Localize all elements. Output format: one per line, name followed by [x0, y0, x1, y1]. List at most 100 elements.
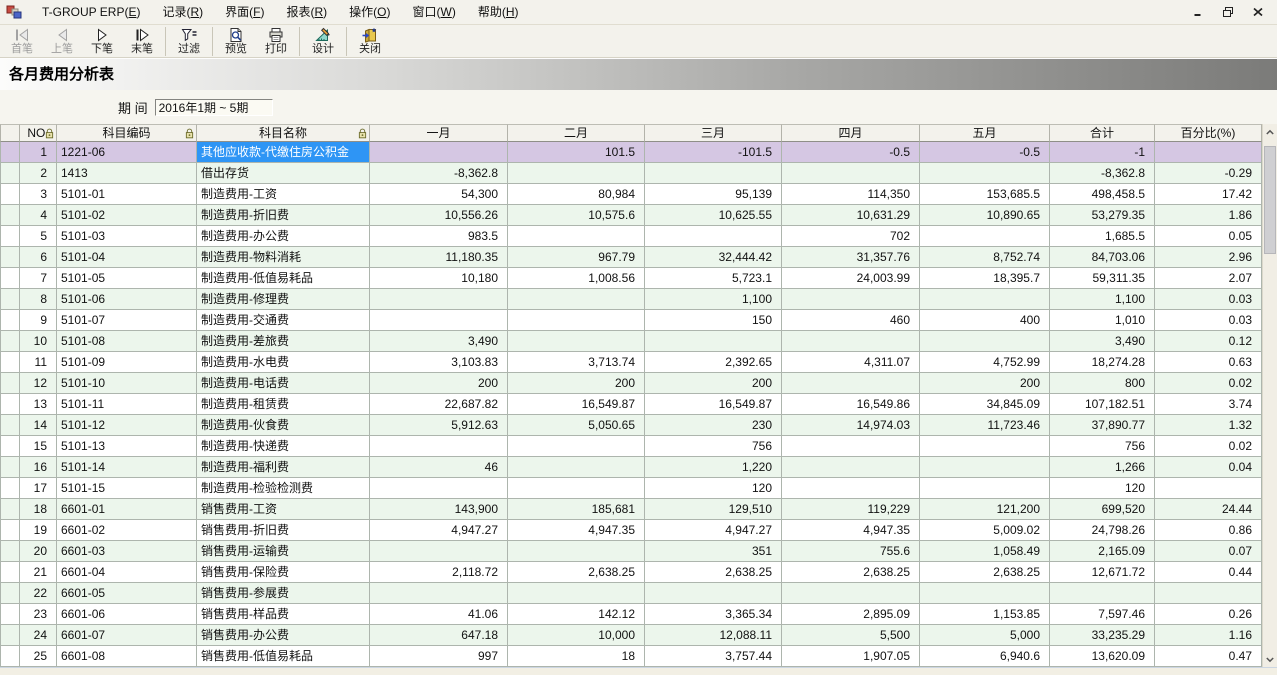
- cell-no[interactable]: 16: [20, 457, 57, 478]
- filter-button[interactable]: 过滤: [169, 26, 209, 56]
- column-header[interactable]: 二月: [508, 124, 645, 142]
- menu-item[interactable]: 窗口(W): [402, 0, 467, 24]
- cell-code[interactable]: 5101-12: [57, 415, 197, 436]
- cell-value[interactable]: 119,229: [782, 499, 920, 520]
- cell-code[interactable]: 6601-03: [57, 541, 197, 562]
- row-indicator[interactable]: [0, 646, 20, 667]
- cell-name[interactable]: 销售费用-运输费: [197, 541, 370, 562]
- cell-value[interactable]: 14,974.03: [782, 415, 920, 436]
- cell-value[interactable]: 10,625.55: [645, 205, 782, 226]
- row-indicator[interactable]: [0, 226, 20, 247]
- cell-value[interactable]: 1,153.85: [920, 604, 1050, 625]
- cell-value[interactable]: 4,947.27: [645, 520, 782, 541]
- row-indicator[interactable]: [0, 394, 20, 415]
- cell-value[interactable]: 1,010: [1050, 310, 1155, 331]
- column-header[interactable]: 科目名称: [197, 124, 370, 142]
- table-row[interactable]: 155101-13制造费用-快递费7567560.02: [0, 436, 1262, 457]
- menu-item[interactable]: T-GROUP ERP(E): [31, 0, 151, 24]
- first-record-button[interactable]: 首笔: [2, 26, 42, 56]
- cell-name[interactable]: 其他应收款-代缴住房公积金: [197, 142, 370, 163]
- cell-value[interactable]: 2,118.72: [370, 562, 508, 583]
- column-header[interactable]: 合计: [1050, 124, 1155, 142]
- cell-no[interactable]: 10: [20, 331, 57, 352]
- cell-name[interactable]: 制造费用-工资: [197, 184, 370, 205]
- cell-code[interactable]: 6601-08: [57, 646, 197, 667]
- cell-value[interactable]: 24,003.99: [782, 268, 920, 289]
- cell-value[interactable]: 3,365.34: [645, 604, 782, 625]
- cell-value[interactable]: 702: [782, 226, 920, 247]
- table-row[interactable]: 65101-04制造费用-物料消耗11,180.35967.7932,444.4…: [0, 247, 1262, 268]
- cell-value[interactable]: 46: [370, 457, 508, 478]
- cell-value[interactable]: 5,500: [782, 625, 920, 646]
- cell-value[interactable]: 10,180: [370, 268, 508, 289]
- cell-name[interactable]: 制造费用-福利费: [197, 457, 370, 478]
- cell-name[interactable]: 制造费用-快递费: [197, 436, 370, 457]
- menu-item[interactable]: 帮助(H): [467, 0, 530, 24]
- cell-value[interactable]: [1155, 142, 1262, 163]
- cell-name[interactable]: 销售费用-保险费: [197, 562, 370, 583]
- cell-value[interactable]: 10,631.29: [782, 205, 920, 226]
- cell-code[interactable]: 6601-06: [57, 604, 197, 625]
- cell-value[interactable]: [782, 289, 920, 310]
- cell-value[interactable]: -0.29: [1155, 163, 1262, 184]
- cell-value[interactable]: 34,845.09: [920, 394, 1050, 415]
- cell-value[interactable]: 2,638.25: [782, 562, 920, 583]
- cell-value[interactable]: 1.32: [1155, 415, 1262, 436]
- cell-value[interactable]: 10,556.26: [370, 205, 508, 226]
- cell-code[interactable]: 5101-07: [57, 310, 197, 331]
- cell-code[interactable]: 5101-04: [57, 247, 197, 268]
- cell-code[interactable]: 5101-02: [57, 205, 197, 226]
- cell-value[interactable]: [782, 457, 920, 478]
- cell-value[interactable]: 1,100: [645, 289, 782, 310]
- table-row[interactable]: 145101-12制造费用-伙食费5,912.635,050.6523014,9…: [0, 415, 1262, 436]
- cell-value[interactable]: 12,671.72: [1050, 562, 1155, 583]
- table-row[interactable]: 45101-02制造费用-折旧费10,556.2610,575.610,625.…: [0, 205, 1262, 226]
- table-row[interactable]: 11221-06其他应收款-代缴住房公积金101.5-101.5-0.5-0.5…: [0, 142, 1262, 163]
- table-row[interactable]: 175101-15制造费用-检验检测费120120: [0, 478, 1262, 499]
- cell-code[interactable]: 5101-01: [57, 184, 197, 205]
- cell-value[interactable]: 0.03: [1155, 289, 1262, 310]
- cell-no[interactable]: 4: [20, 205, 57, 226]
- cell-code[interactable]: 5101-11: [57, 394, 197, 415]
- column-header[interactable]: 科目编码: [57, 124, 197, 142]
- cell-value[interactable]: [508, 436, 645, 457]
- cell-value[interactable]: 3,757.44: [645, 646, 782, 667]
- cell-value[interactable]: 6,940.6: [920, 646, 1050, 667]
- cell-value[interactable]: 230: [645, 415, 782, 436]
- cell-value[interactable]: 12,088.11: [645, 625, 782, 646]
- cell-value[interactable]: 756: [1050, 436, 1155, 457]
- cell-value[interactable]: 185,681: [508, 499, 645, 520]
- table-row[interactable]: 236601-06销售费用-样品费41.06142.123,365.342,89…: [0, 604, 1262, 625]
- cell-no[interactable]: 8: [20, 289, 57, 310]
- scroll-up-button[interactable]: [1263, 124, 1277, 140]
- cell-value[interactable]: 10,890.65: [920, 205, 1050, 226]
- cell-value[interactable]: 0.12: [1155, 331, 1262, 352]
- cell-code[interactable]: 6601-07: [57, 625, 197, 646]
- menu-item[interactable]: 操作(O): [338, 0, 401, 24]
- cell-value[interactable]: 1,058.49: [920, 541, 1050, 562]
- cell-no[interactable]: 6: [20, 247, 57, 268]
- cell-value[interactable]: [508, 289, 645, 310]
- row-indicator[interactable]: [0, 562, 20, 583]
- design-button[interactable]: 设计: [303, 26, 343, 56]
- cell-value[interactable]: 53,279.35: [1050, 205, 1155, 226]
- cell-value[interactable]: [920, 583, 1050, 604]
- cell-value[interactable]: [645, 163, 782, 184]
- cell-value[interactable]: -0.5: [782, 142, 920, 163]
- cell-value[interactable]: 2.96: [1155, 247, 1262, 268]
- cell-value[interactable]: 1,008.56: [508, 268, 645, 289]
- scrollbar-thumb[interactable]: [1264, 146, 1276, 254]
- minimize-button[interactable]: [1191, 5, 1205, 19]
- cell-value[interactable]: 0.44: [1155, 562, 1262, 583]
- cell-value[interactable]: 80,984: [508, 184, 645, 205]
- cell-value[interactable]: 967.79: [508, 247, 645, 268]
- cell-value[interactable]: 983.5: [370, 226, 508, 247]
- cell-value[interactable]: [782, 478, 920, 499]
- cell-value[interactable]: [920, 436, 1050, 457]
- cell-value[interactable]: 200: [645, 373, 782, 394]
- cell-name[interactable]: 销售费用-折旧费: [197, 520, 370, 541]
- cell-value[interactable]: -8,362.8: [1050, 163, 1155, 184]
- cell-value[interactable]: 0.26: [1155, 604, 1262, 625]
- cell-name[interactable]: 制造费用-低值易耗品: [197, 268, 370, 289]
- cell-value[interactable]: 0.02: [1155, 436, 1262, 457]
